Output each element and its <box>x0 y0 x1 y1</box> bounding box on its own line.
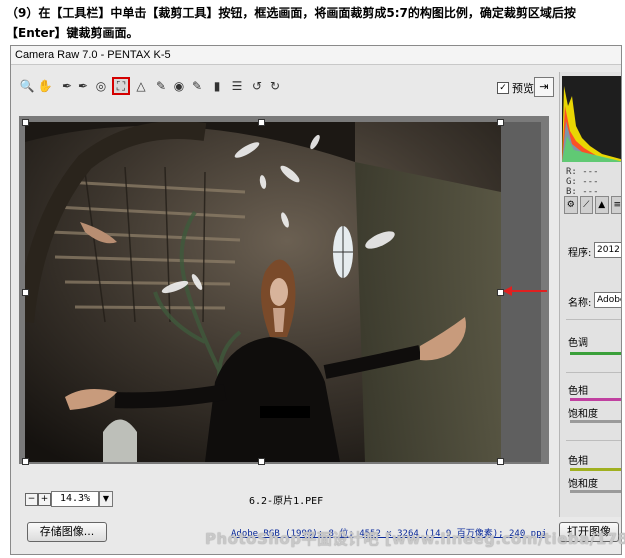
preview-check-icon: ✓ <box>497 82 509 94</box>
color-sampler-tool-icon[interactable]: ✒ <box>75 78 91 94</box>
file-name: 6.2-原片1.PEF <box>249 496 324 507</box>
crop-handle-left[interactable] <box>22 289 29 296</box>
zoom-dropdown-icon[interactable]: ▼ <box>99 491 113 507</box>
photo-illustration <box>25 122 501 462</box>
save-image-button[interactable]: 存储图像... <box>27 522 107 542</box>
divider <box>566 440 621 441</box>
toolbar: 🔍 ✋ ✒ ✒ ◎ ⛶ △ ✎ ◉ ✎ ▮ ☰ ↺ ↻ ✓ 预览 ⇥ <box>19 72 559 102</box>
crop-handle-top-right[interactable] <box>497 119 504 126</box>
red-eye-tool-icon[interactable]: ◉ <box>171 78 187 94</box>
panel-tabs: ⚙ ⟋ ▲ ≡ <box>564 196 621 214</box>
targeted-adjustment-tool-icon[interactable]: ◎ <box>93 78 109 94</box>
histogram <box>562 76 621 162</box>
status-bar: − + 14.3% ▼ 6.2-原片1.PEF <box>19 491 549 509</box>
crop-handle-top[interactable] <box>258 119 265 126</box>
rotate-right-icon[interactable]: ↻ <box>267 78 283 94</box>
color-hue-slider[interactable] <box>570 398 621 401</box>
red-arrow-icon <box>503 286 547 296</box>
tone-curve-tab-icon[interactable]: ⟋ <box>579 196 593 214</box>
zoom-level-field[interactable]: 14.3% <box>51 491 99 507</box>
camera-raw-window: Camera Raw 7.0 - PENTAX K-5 🔍 ✋ ✒ ✒ ◎ ⛶ … <box>10 45 622 555</box>
zoom-tool-icon[interactable]: 🔍 <box>19 78 35 94</box>
preview-label: 预览 <box>512 82 534 95</box>
zoom-out-button[interactable]: − <box>25 493 38 506</box>
rotate-left-icon[interactable]: ↺ <box>249 78 265 94</box>
spot-removal-tool-icon[interactable]: ✎ <box>153 78 169 94</box>
fullscreen-toggle-icon[interactable]: ⇥ <box>534 77 554 97</box>
process-label: 程序: <box>568 248 592 259</box>
adjustment-brush-tool-icon[interactable]: ✎ <box>189 78 205 94</box>
hue-slider[interactable] <box>570 352 621 355</box>
crop-handle-bottom[interactable] <box>258 458 265 465</box>
process-select[interactable]: 2012 (当 <box>594 242 621 258</box>
hue-label: 色调 <box>568 338 588 349</box>
saturation2-label: 饱和度 <box>568 479 598 490</box>
divider <box>566 372 621 373</box>
name-select[interactable]: Adobe S <box>594 292 621 308</box>
saturation2-slider[interactable] <box>570 490 621 493</box>
saturation-slider[interactable] <box>570 420 621 423</box>
crop-tool-icon[interactable]: ⛶ <box>112 77 130 95</box>
color-hue-label: 色相 <box>568 386 588 397</box>
histogram-graph <box>562 86 621 162</box>
basic-tab-icon[interactable]: ⚙ <box>564 196 578 214</box>
instruction-text: （9）在【工具栏】中单击【裁剪工具】按钮，框选画面，将画面裁剪成5:7的构图比例… <box>6 3 620 43</box>
name-label: 名称: <box>568 298 592 309</box>
hand-tool-icon[interactable]: ✋ <box>37 78 53 94</box>
detail-tab-icon[interactable]: ▲ <box>595 196 609 214</box>
preferences-icon[interactable]: ☰ <box>229 78 245 94</box>
instruction-line-1: （9）在【工具栏】中单击【裁剪工具】按钮，框选画面，将画面裁剪成5:7的构图比例… <box>6 6 576 20</box>
crop-handle-bottom-left[interactable] <box>22 458 29 465</box>
photo-preview <box>25 122 501 462</box>
watermark-text: PhotoShop平面设计吧 [www.lineeg.com/tieba/178… <box>205 530 625 548</box>
saturation-label: 饱和度 <box>568 409 598 420</box>
white-balance-tool-icon[interactable]: ✒ <box>59 78 75 94</box>
image-preview-area[interactable] <box>19 116 549 465</box>
straighten-tool-icon[interactable]: △ <box>133 78 149 94</box>
right-panel: R: --- G: --- B: --- ⚙ ⟋ ▲ ≡ 程序: 2012 (当… <box>559 72 621 517</box>
hue2-label: 色相 <box>568 456 588 467</box>
histogram-g-value: G: --- <box>566 177 599 187</box>
crop-handle-bottom-right[interactable] <box>497 458 504 465</box>
graduated-filter-tool-icon[interactable]: ▮ <box>209 78 225 94</box>
zoom-in-button[interactable]: + <box>38 493 51 506</box>
instruction-line-2: 【Enter】键裁剪画面。 <box>6 26 139 40</box>
hue2-slider[interactable] <box>570 468 621 471</box>
histogram-r-value: R: --- <box>566 167 599 177</box>
crop-handle-top-left[interactable] <box>22 119 29 126</box>
hsl-tab-icon[interactable]: ≡ <box>610 196 621 214</box>
preview-checkbox[interactable]: ✓ 预览 <box>497 80 534 96</box>
divider <box>566 319 621 320</box>
window-title: Camera Raw 7.0 - PENTAX K-5 <box>11 46 621 65</box>
